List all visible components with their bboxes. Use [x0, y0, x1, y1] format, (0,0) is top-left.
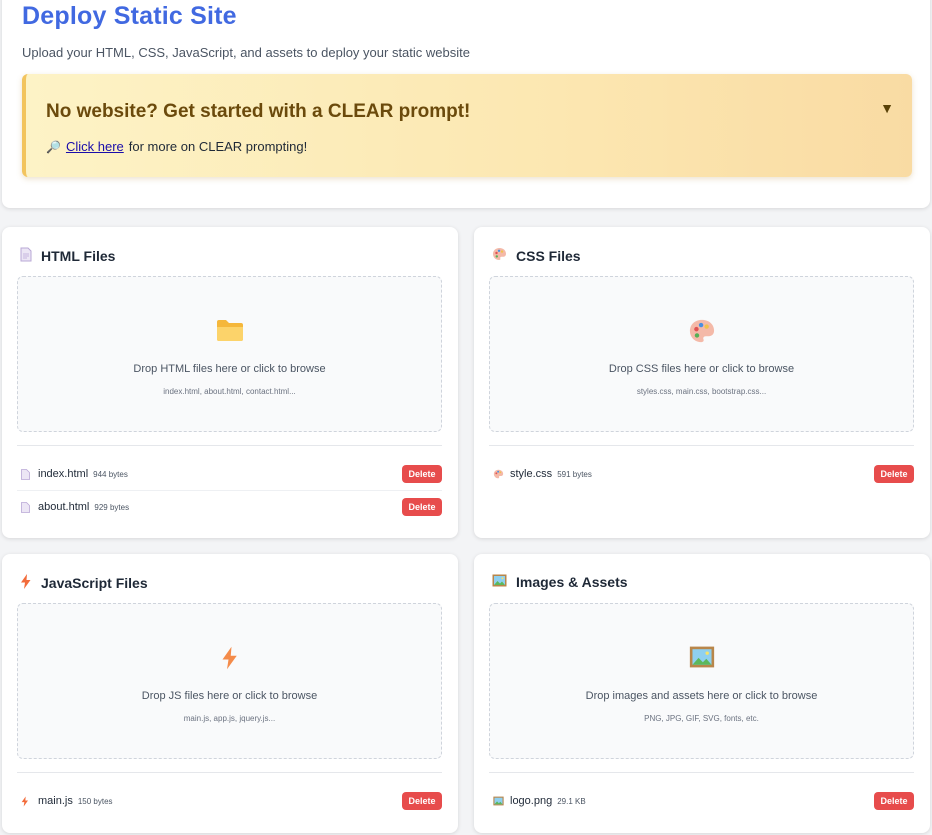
file-size: 591 bytes	[557, 469, 592, 479]
js-drop-text: Drop JS files here or click to browse	[141, 690, 318, 702]
file-row: about.html 929 bytes Delete	[17, 492, 442, 522]
folder-icon	[18, 318, 441, 342]
css-drop-hint: styles.css, main.css, bootstrap.css...	[636, 387, 767, 396]
file-name: logo.png	[510, 795, 553, 807]
assets-drop-text: Drop images and assets here or click to …	[585, 690, 818, 702]
js-drop-hint: main.js, app.js, jquery.js...	[183, 714, 276, 723]
assets-title: Images & Assets	[516, 574, 628, 590]
js-files-header: JavaScript Files	[20, 574, 148, 592]
page-title: Deploy Static Site	[22, 2, 237, 30]
lightning-icon	[18, 645, 441, 671]
divider	[17, 445, 442, 446]
html-files-card: HTML Files Drop HTML files here or click…	[2, 227, 458, 538]
file-size: 944 bytes	[93, 469, 128, 479]
file-size: 29.1 KB	[557, 796, 586, 806]
palette-icon	[490, 318, 913, 344]
html-files-header: HTML Files	[20, 247, 115, 265]
delete-button[interactable]: Delete	[402, 498, 442, 516]
css-files-title: CSS Files	[516, 247, 581, 264]
delete-button[interactable]: Delete	[402, 792, 442, 810]
file-name: style.css	[510, 468, 553, 480]
html-dropzone[interactable]: Drop HTML files here or click to browse …	[17, 276, 442, 432]
js-files-card: JavaScript Files Drop JS files here or c…	[2, 554, 458, 833]
row-separator	[17, 490, 442, 491]
assets-card: Images & Assets Drop images and assets h…	[474, 554, 930, 833]
file-size: 150 bytes	[77, 796, 113, 806]
picture-icon	[492, 574, 507, 590]
delete-button[interactable]: Delete	[874, 465, 914, 483]
divider	[489, 772, 914, 773]
palette-icon	[493, 469, 509, 479]
lightning-icon	[21, 796, 37, 807]
page-subtitle: Upload your HTML, CSS, JavaScript, and a…	[22, 45, 470, 60]
picture-icon	[493, 796, 509, 806]
assets-drop-hint: PNG, JPG, GIF, SVG, fonts, etc.	[644, 714, 759, 723]
picture-icon	[490, 645, 913, 669]
delete-button[interactable]: Delete	[874, 792, 914, 810]
file-icon	[21, 468, 37, 480]
clear-prompt-banner: No website? Get started with a CLEAR pro…	[22, 74, 912, 177]
css-files-card: CSS Files Drop CSS files here or click t…	[474, 227, 930, 538]
file-icon	[21, 501, 37, 513]
js-files-title: JavaScript Files	[41, 575, 148, 591]
css-dropzone[interactable]: Drop CSS files here or click to browse s…	[489, 276, 914, 432]
file-row: main.js 150 bytes Delete	[17, 786, 442, 816]
assets-dropzone[interactable]: Drop images and assets here or click to …	[489, 603, 914, 759]
file-name: about.html	[38, 501, 90, 513]
css-drop-text: Drop CSS files here or click to browse	[608, 363, 795, 375]
banner-link-line: 🔎 Click here for more on CLEAR prompting…	[46, 139, 307, 154]
html-drop-hint: index.html, about.html, contact.html...	[163, 387, 296, 396]
header-card: Deploy Static Site Upload your HTML, CSS…	[2, 0, 930, 208]
assets-header: Images & Assets	[492, 574, 628, 590]
file-size: 929 bytes	[94, 502, 130, 512]
divider	[489, 445, 914, 446]
file-row: logo.png 29.1 KB Delete	[489, 786, 914, 816]
file-icon	[20, 247, 32, 265]
html-files-title: HTML Files	[41, 248, 116, 264]
banner-link-suffix: for more on CLEAR prompting!	[128, 139, 308, 154]
file-name: index.html	[38, 468, 89, 480]
file-name: main.js	[38, 795, 73, 807]
magnifier-icon: 🔎	[46, 139, 61, 154]
lightning-icon	[20, 574, 32, 592]
html-drop-text: Drop HTML files here or click to browse	[133, 363, 326, 375]
delete-button[interactable]: Delete	[402, 465, 442, 483]
banner-title: No website? Get started with a CLEAR pro…	[46, 101, 471, 122]
click-here-link[interactable]: Click here	[66, 139, 124, 154]
js-dropzone[interactable]: Drop JS files here or click to browse ma…	[17, 603, 442, 759]
css-files-header: CSS Files	[492, 247, 581, 264]
banner-toggle-icon[interactable]: ▼	[880, 100, 894, 116]
palette-icon	[492, 247, 507, 264]
file-row: style.css 591 bytes Delete	[489, 459, 914, 489]
divider	[17, 772, 442, 773]
file-row: index.html 944 bytes Delete	[17, 459, 442, 489]
